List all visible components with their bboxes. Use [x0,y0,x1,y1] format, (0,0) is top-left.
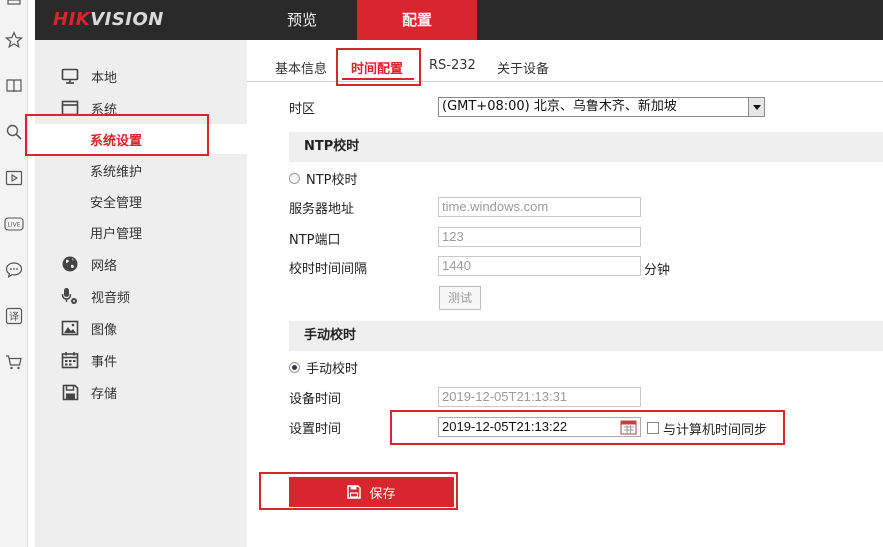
sidebar-item-audio-video[interactable]: 视音频 [35,281,247,311]
ntp-section-header: NTP校时 [289,132,883,162]
tab-basic-info[interactable]: 基本信息 [275,58,327,77]
image-icon [61,319,79,337]
device-time-label: 设备时间 [289,392,342,407]
sidebar-item-label: 网络 [91,258,118,274]
sync-computer-time-checkbox[interactable] [647,422,659,434]
sidebar-item-label: 视音频 [91,290,131,306]
sidebar-item-label: 图像 [91,322,118,338]
interval-label: 校时时间间隔 [289,262,368,277]
live-icon[interactable]: LIVE [4,214,24,234]
device-time-input: 2019-12-05T21:13:31 [438,387,641,407]
sidebar-item-user-management[interactable]: 用户管理 [35,217,247,247]
book-icon[interactable] [4,76,24,96]
calendar-icon [61,351,79,369]
set-time-input[interactable]: 2019-12-05T21:13:22 [438,417,641,437]
sidebar-item-image[interactable]: 图像 [35,313,247,343]
search-icon[interactable] [4,122,24,142]
hikvision-logo: HIKVISION [53,9,164,30]
interval-input[interactable]: 1440 [438,256,641,276]
test-button[interactable]: 测试 [439,286,481,310]
sidebar-item-label: 存储 [91,386,118,402]
nav-config[interactable]: 配置 [357,0,477,40]
top-header: HIKVISION 预览 配置 [35,0,883,40]
toolbar-edge-icon [4,0,24,6]
save-button[interactable]: 保存 [289,477,454,507]
save-icon [347,485,362,499]
sidebar: 本地 系统 系统设置 系统维护 安全管理 用户管理 网络 视音频 图像 事件 存… [35,40,247,547]
svg-text:译: 译 [9,311,19,323]
sidebar-item-local[interactable]: 本地 [35,61,247,91]
ntp-port-input[interactable]: 123 [438,227,641,247]
tab-bar: 基本信息 时间配置 RS-232 关于设备 [247,40,883,82]
sidebar-item-label: 系统维护 [90,164,143,180]
globe-icon [61,255,79,273]
set-time-value: 2019-12-05T21:13:22 [442,419,568,434]
sidebar-item-label: 系统 [91,102,118,118]
star-icon[interactable] [4,30,24,50]
timezone-label: 时区 [289,102,316,117]
set-time-label: 设置时间 [289,422,342,437]
save-button-label: 保存 [369,486,396,502]
cart-icon[interactable] [4,352,24,372]
nav-preview[interactable]: 预览 [257,0,347,40]
manual-radio[interactable] [289,362,300,373]
sidebar-item-storage[interactable]: 存储 [35,377,247,407]
sidebar-item-label: 本地 [91,70,118,86]
ntp-radio-label: NTP校时 [306,173,358,188]
tab-rs232[interactable]: RS-232 [429,58,476,73]
sidebar-item-label: 安全管理 [90,195,143,211]
tab-time-config[interactable]: 时间配置 [351,58,403,77]
sidebar-item-label: 事件 [91,354,118,370]
sidebar-item-system-maintenance[interactable]: 系统维护 [35,155,247,185]
video-icon[interactable] [4,168,24,188]
sidebar-item-security[interactable]: 安全管理 [35,186,247,216]
microphone-icon [61,287,79,305]
manual-radio-label: 手动校时 [306,362,359,377]
sync-computer-time-label: 与计算机时间同步 [663,423,768,438]
translate-icon[interactable]: 译 [4,306,24,326]
timezone-value: (GMT+08:00) 北京、乌鲁木齐、新加坡 [442,99,677,114]
active-tab-indicator [342,78,414,80]
server-address-input[interactable]: time.windows.com [438,197,641,217]
window-icon [61,99,79,117]
floppy-disk-icon [61,383,79,401]
interval-unit: 分钟 [644,263,671,278]
ntp-radio[interactable] [289,173,300,184]
monitor-icon [61,67,79,85]
logo-primary-text: HIK [53,9,91,30]
chat-icon[interactable] [4,260,24,280]
timezone-select[interactable]: (GMT+08:00) 北京、乌鲁木齐、新加坡 [438,97,765,117]
server-address-label: 服务器地址 [289,202,355,217]
browser-side-toolbar: LIVE 译 [0,0,28,547]
sidebar-item-network[interactable]: 网络 [35,249,247,279]
calendar-picker-icon[interactable] [620,419,638,435]
ntp-port-label: NTP端口 [289,233,341,248]
logo-secondary-text: VISION [90,9,164,30]
chevron-down-icon[interactable] [748,98,764,116]
sidebar-item-system[interactable]: 系统 [35,93,247,123]
tab-about-device[interactable]: 关于设备 [497,58,549,77]
sidebar-item-event[interactable]: 事件 [35,345,247,375]
sidebar-item-label: 系统设置 [90,133,143,149]
manual-section-header: 手动校时 [289,321,883,351]
sidebar-item-label: 用户管理 [90,226,143,242]
svg-text:LIVE: LIVE [7,222,20,229]
sidebar-item-system-settings[interactable]: 系统设置 [35,124,247,154]
